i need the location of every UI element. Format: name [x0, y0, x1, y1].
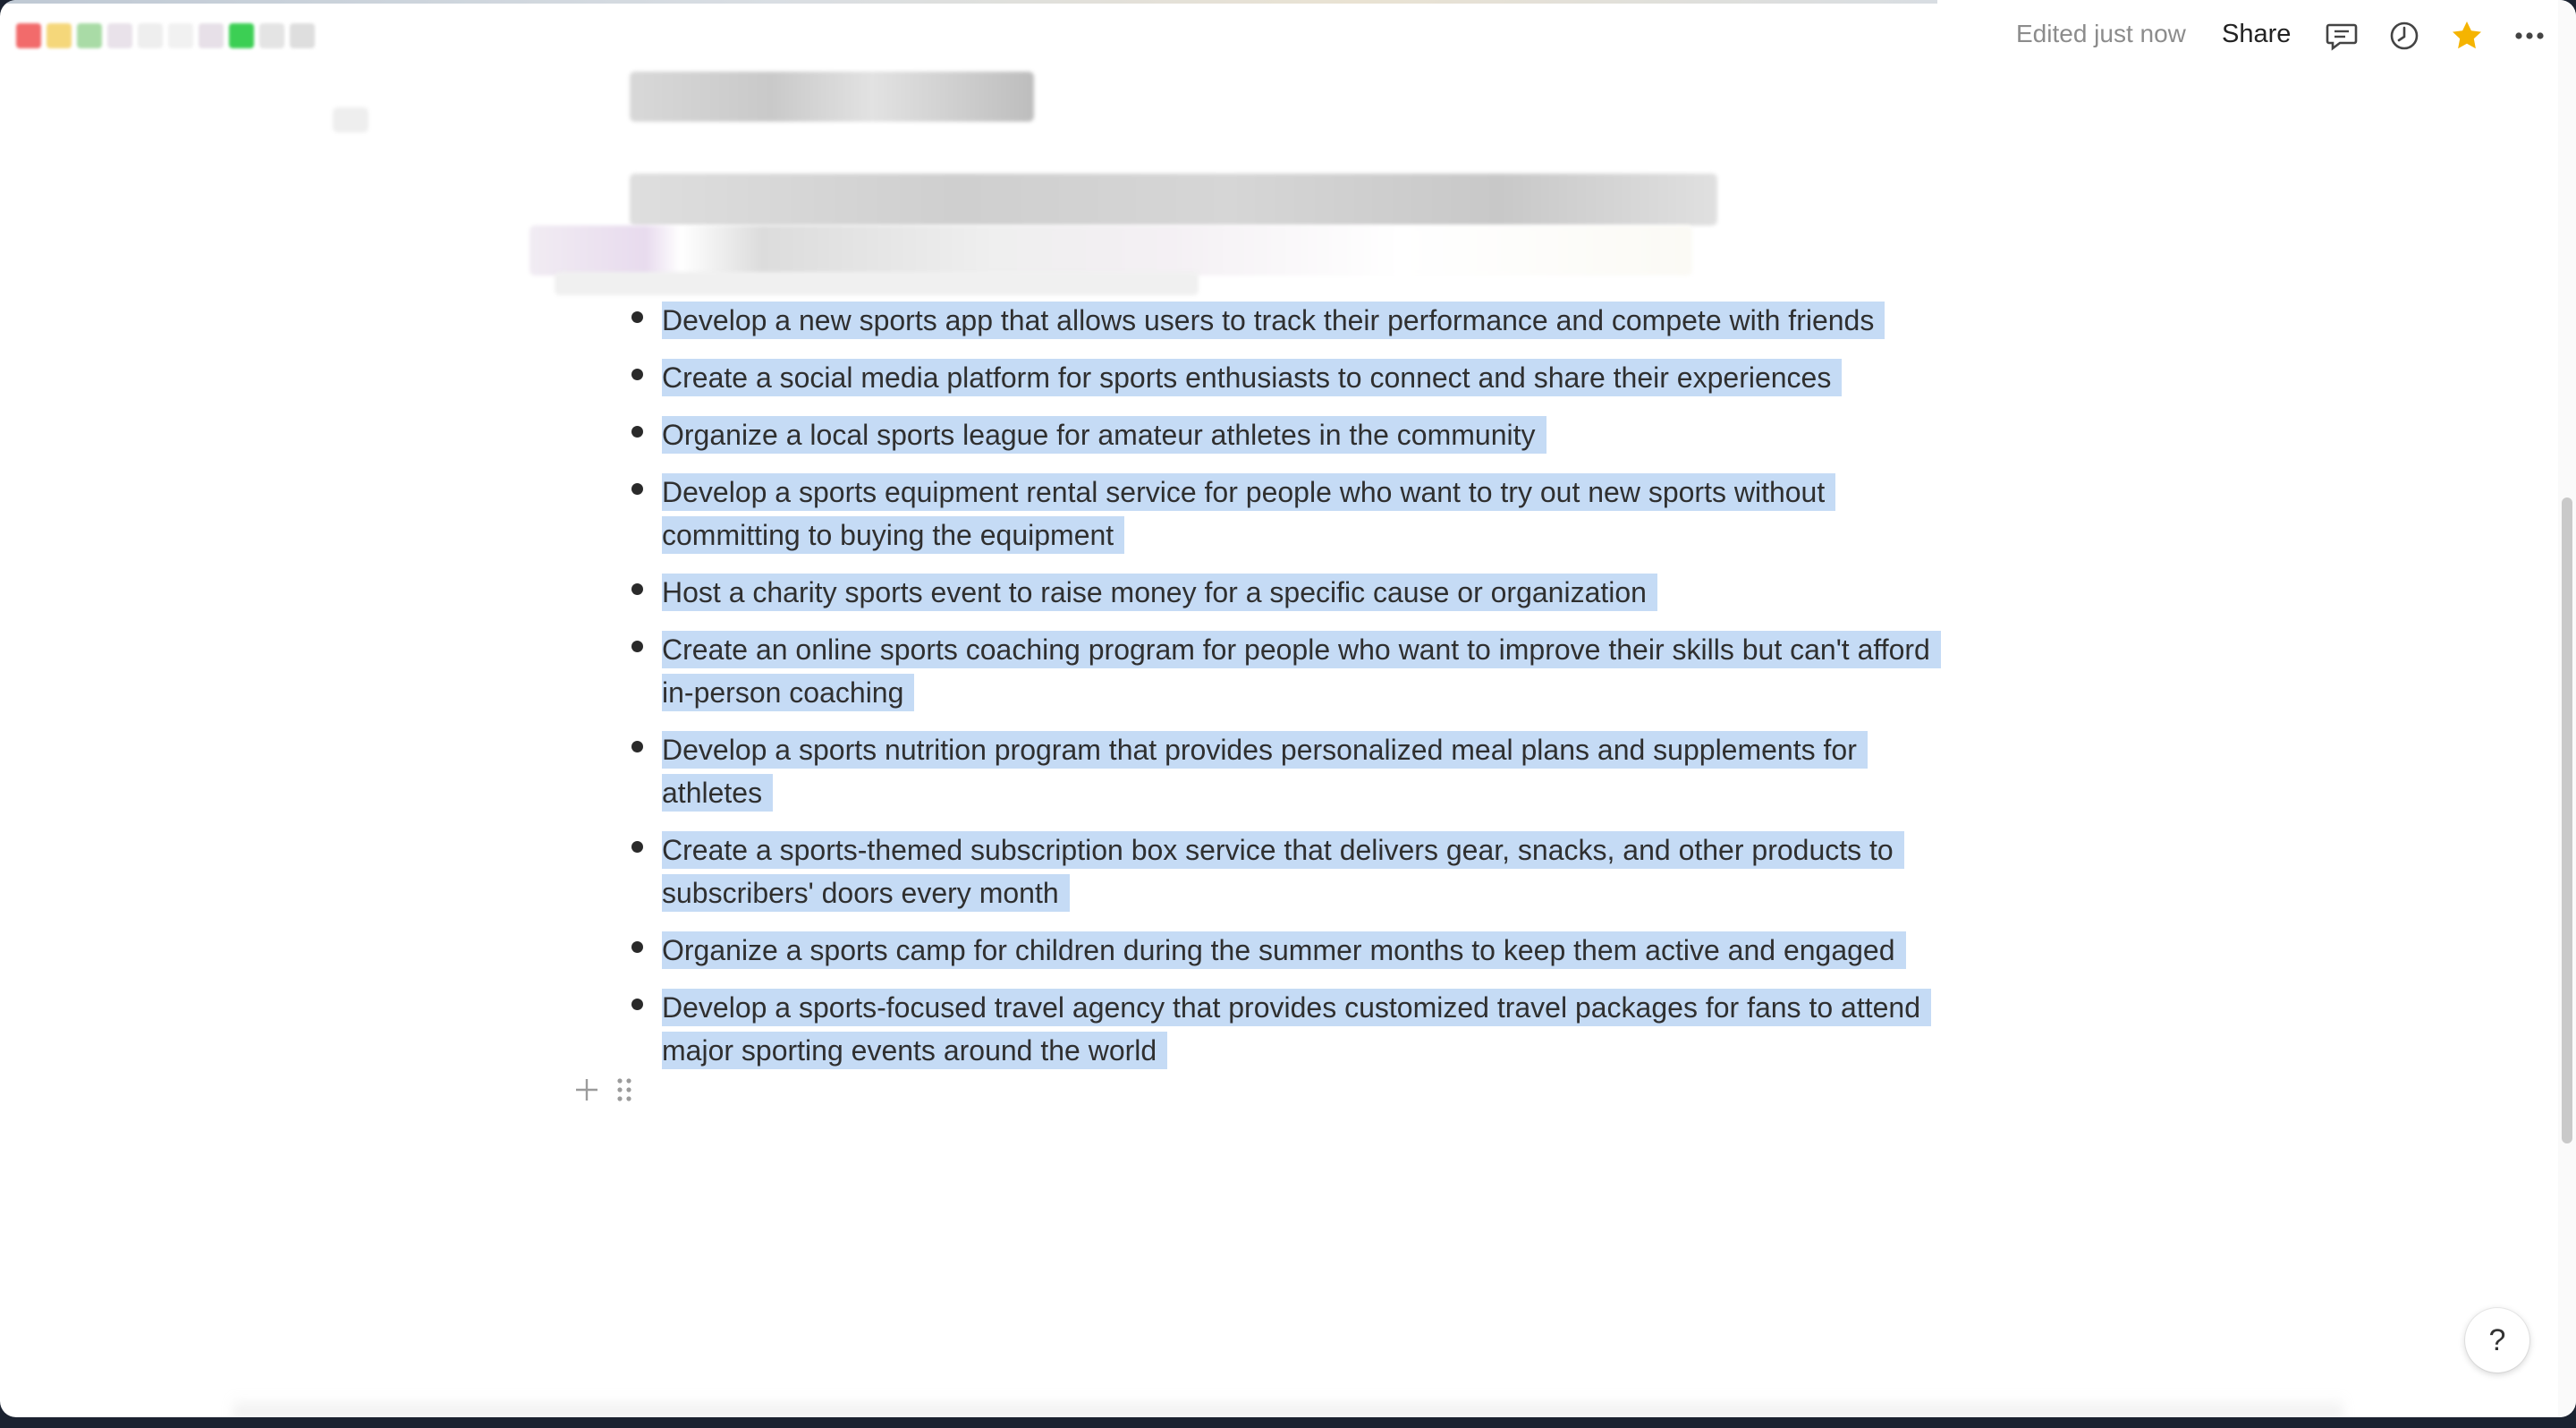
favorite-star-icon[interactable] — [2449, 18, 2485, 54]
list-item-text[interactable]: Develop a sports-focused travel agency t… — [662, 989, 1931, 1069]
redacted-page-title — [630, 72, 1034, 122]
redacted-paragraph-line-1 — [630, 174, 1717, 225]
window-controls-blurred — [16, 23, 315, 48]
share-button[interactable]: Share — [2216, 16, 2296, 53]
bullet-dot — [631, 941, 643, 953]
list-item[interactable]: Organize a local sports league for amate… — [631, 413, 1932, 456]
list-item[interactable]: Develop a sports nutrition program that … — [631, 728, 1932, 814]
block-controls — [572, 1075, 639, 1104]
bottom-fade — [233, 1396, 2343, 1417]
app-window: Edited just now Share Develop a new spor… — [0, 0, 2576, 1417]
edited-status: Edited just now — [2016, 20, 2186, 47]
drag-handle-icon[interactable] — [610, 1075, 639, 1104]
idea-bullet-list: Develop a new sports app that allows use… — [631, 299, 1941, 1072]
redacted-breadcrumb-icon — [333, 107, 369, 132]
redacted-paragraph-line-2 — [530, 225, 1692, 276]
add-block-plus-icon[interactable] — [572, 1075, 601, 1104]
list-item[interactable]: Create an online sports coaching program… — [631, 628, 1941, 714]
bullet-dot — [631, 311, 643, 323]
list-item[interactable]: Host a charity sports event to raise mon… — [631, 571, 1932, 614]
list-item-text[interactable]: Create a sports-themed subscription box … — [662, 831, 1904, 912]
bullet-dot — [631, 583, 643, 595]
list-item-text[interactable]: Develop a sports equipment rental servic… — [662, 473, 1836, 554]
comment-icon[interactable] — [2324, 18, 2360, 54]
title-bar: Edited just now Share — [0, 0, 2576, 72]
list-item[interactable]: Create a social media platform for sport… — [631, 356, 1932, 399]
bullet-dot — [631, 369, 643, 380]
list-item-text[interactable]: Create a social media platform for sport… — [662, 359, 1843, 396]
bullet-dot — [631, 426, 643, 438]
redacted-paragraph-line-3 — [555, 272, 1199, 295]
vertical-scrollbar[interactable] — [2558, 0, 2576, 1417]
bullet-dot — [631, 641, 643, 652]
list-item-text[interactable]: Develop a new sports app that allows use… — [662, 302, 1885, 339]
history-clock-icon[interactable] — [2386, 18, 2422, 54]
list-item-text[interactable]: Host a charity sports event to raise mon… — [662, 574, 1657, 611]
scrollbar-thumb[interactable] — [2562, 497, 2572, 1143]
bullet-dot — [631, 483, 643, 495]
bullet-dot — [631, 741, 643, 752]
list-item[interactable]: Develop a sports equipment rental servic… — [631, 471, 1932, 557]
bullet-dot — [631, 999, 643, 1010]
list-item-text[interactable]: Organize a local sports league for amate… — [662, 416, 1546, 454]
list-item-text[interactable]: Create an online sports coaching program… — [662, 631, 1941, 711]
more-icon[interactable] — [2512, 18, 2547, 54]
list-item-text[interactable]: Develop a sports nutrition program that … — [662, 731, 1868, 812]
list-item[interactable]: Develop a new sports app that allows use… — [631, 299, 1932, 342]
list-item[interactable]: Develop a sports-focused travel agency t… — [631, 986, 1932, 1072]
help-button[interactable]: ? — [2465, 1308, 2529, 1373]
list-item[interactable]: Create a sports-themed subscription box … — [631, 829, 1932, 914]
bullet-dot — [631, 841, 643, 853]
list-item-text[interactable]: Organize a sports camp for children duri… — [662, 931, 1906, 969]
list-item[interactable]: Organize a sports camp for children duri… — [631, 929, 1932, 972]
